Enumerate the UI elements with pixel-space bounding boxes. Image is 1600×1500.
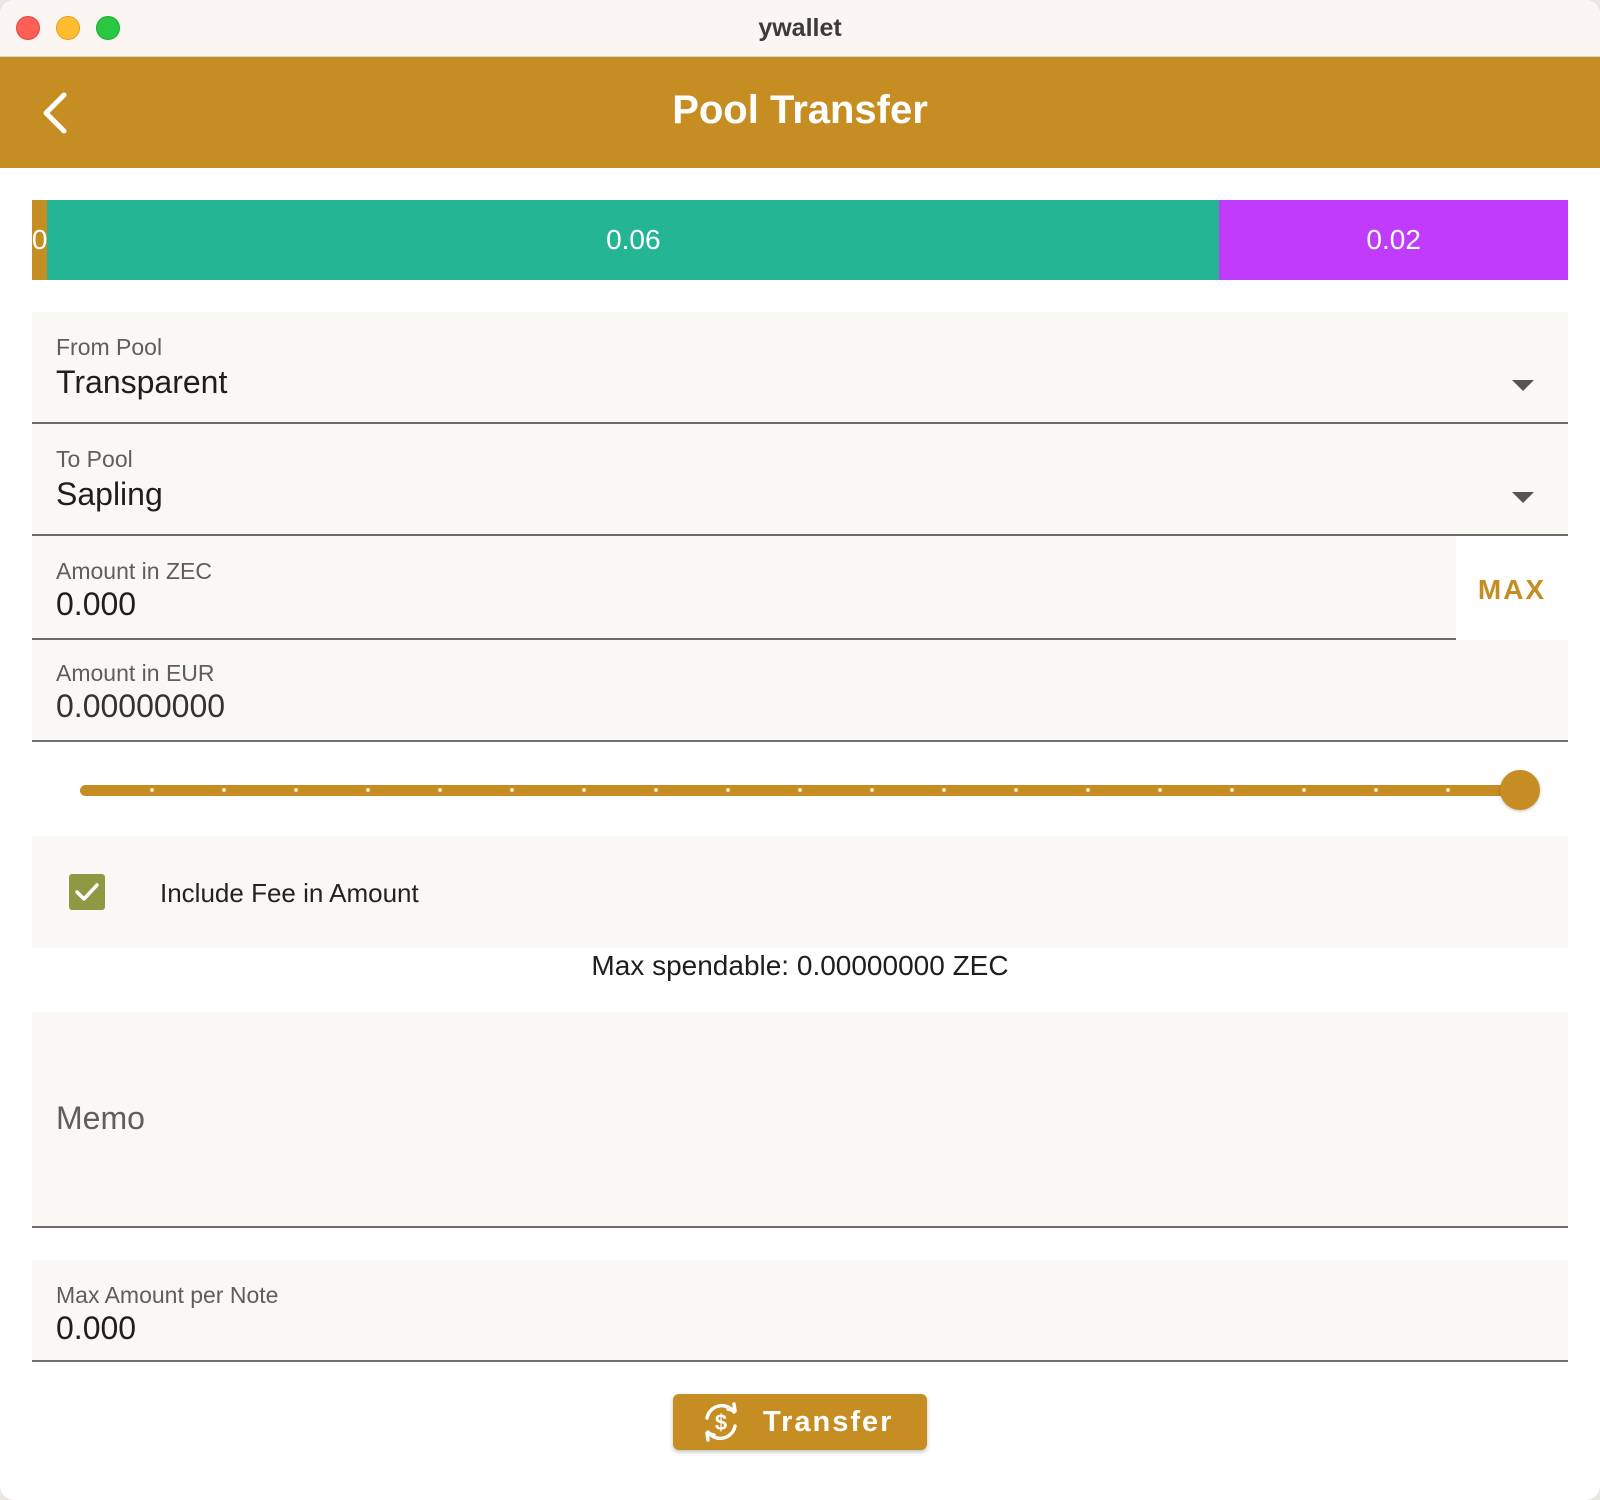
pool-segment-orchard: 0.02 [1219,200,1568,280]
slider-tick [798,788,802,792]
max-button[interactable]: MAX [1456,540,1568,640]
max-amount-per-note-value: 0.000 [56,1310,137,1346]
pool-balance-bar: 0 0.06 0.02 [32,200,1568,280]
slider-tick [150,788,154,792]
transfer-button[interactable]: $ Transfer [673,1394,927,1450]
slider-tick [294,788,298,792]
slider-tick [366,788,370,792]
from-pool-value: Transparent [56,364,228,400]
slider-tick [582,788,586,792]
pool-segment-label: 0.02 [1366,224,1421,255]
pool-segment-sapling: 0.06 [47,200,1220,280]
to-pool-label: To Pool [56,446,133,472]
max-amount-per-note-field[interactable]: Max Amount per Note 0.000 [32,1260,1568,1362]
amount-slider[interactable] [80,770,1540,810]
amount-zec-label: Amount in ZEC [56,558,212,584]
slider-tick [1014,788,1018,792]
memo-field[interactable]: Memo [32,1012,1568,1228]
dropdown-arrow-icon [1512,380,1534,391]
slider-tick [726,788,730,792]
slider-tick [654,788,658,792]
include-fee-checkbox[interactable] [69,874,105,910]
include-fee-row[interactable]: Include Fee in Amount [32,836,1568,948]
to-pool-value: Sapling [56,476,163,512]
checkmark-icon [75,883,99,901]
pool-segment-label: 0.06 [606,224,661,255]
slider-tick [1158,788,1162,792]
amount-zec-value: 0.000 [56,586,137,622]
dropdown-arrow-icon [1512,492,1534,503]
from-pool-dropdown[interactable]: From Pool Transparent [32,312,1568,424]
from-pool-label: From Pool [56,334,163,360]
amount-zec-field[interactable]: Amount in ZEC 0.000 [32,536,1456,640]
include-fee-label: Include Fee in Amount [160,878,419,908]
pool-segment-transparent: 0 [32,200,48,280]
amount-eur-field[interactable]: Amount in EUR 0.00000000 [32,640,1568,742]
slider-tick [1374,788,1378,792]
svg-text:$: $ [715,1410,727,1435]
slider-tick [1230,788,1234,792]
window-title: ywallet [758,14,842,42]
page-title: Pool Transfer [672,88,928,132]
window-titlebar: ywallet [0,0,1600,57]
max-amount-per-note-label: Max Amount per Note [56,1282,279,1308]
app-window: ywallet Pool Transfer 0 0.06 0.02 From P… [0,0,1600,1500]
slider-tick [438,788,442,792]
transfer-button-label: Transfer [763,1406,894,1438]
amount-eur-value: 0.00000000 [56,688,226,724]
app-bar: Pool Transfer [0,57,1600,168]
slider-tick [1086,788,1090,792]
slider-tick [510,788,514,792]
slider-tick [1302,788,1306,792]
slider-tick [1446,788,1450,792]
slider-tick [942,788,946,792]
currency-exchange-icon: $ [705,1402,737,1442]
slider-tick [222,788,226,792]
amount-eur-label: Amount in EUR [56,660,215,686]
pool-segment-label: 0 [32,224,48,255]
slider-tick [870,788,874,792]
memo-placeholder: Memo [56,1100,145,1136]
slider-thumb[interactable] [1500,770,1540,810]
to-pool-dropdown[interactable]: To Pool Sapling [32,424,1568,536]
max-spendable-text: Max spendable: 0.00000000 ZEC [591,950,1009,981]
